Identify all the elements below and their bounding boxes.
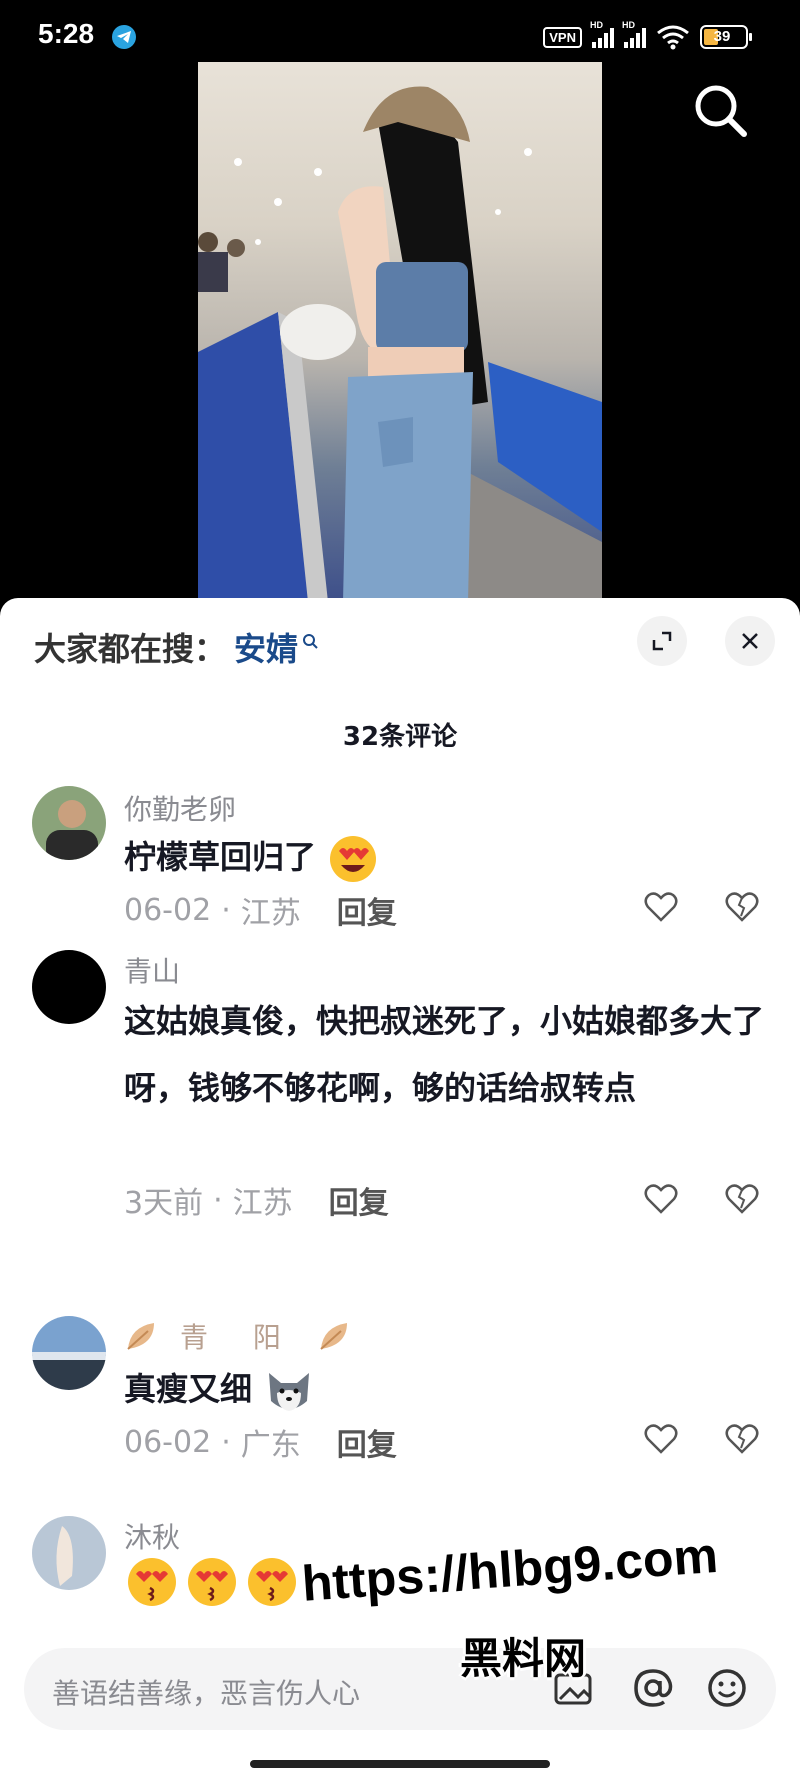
comment-username[interactable]: 青山 [124, 950, 180, 990]
broken-heart-icon[interactable] [725, 892, 759, 922]
comment-date: 06-02 [124, 892, 212, 928]
comment-text: 真瘦又细 [124, 1356, 764, 1423]
video-frame[interactable] [198, 62, 602, 602]
heart-icon[interactable] [644, 892, 678, 922]
comment-username[interactable]: 沐秋 [124, 1516, 180, 1556]
comment-username-row[interactable]: 青 阳 [124, 1316, 355, 1356]
expand-icon [652, 631, 672, 651]
comment-location: 江苏 [232, 1186, 293, 1221]
kiss-hearts-emoji-icon [188, 1558, 236, 1606]
comment-date: 3天前 [124, 1186, 204, 1221]
search-icon[interactable] [692, 82, 750, 144]
comment-date: 06-02 [124, 1424, 212, 1460]
expand-button[interactable] [637, 616, 687, 666]
search-small-icon [303, 634, 318, 649]
close-button[interactable] [725, 616, 775, 666]
comment-meta: 3天前 · 江苏 回复 [124, 1178, 389, 1222]
reply-button[interactable]: 回复 [337, 888, 397, 932]
close-icon [742, 633, 758, 649]
status-time: 5:28 [38, 18, 95, 49]
avatar[interactable] [32, 1516, 106, 1590]
comment-username[interactable]: 你勤老卵 [124, 788, 236, 828]
comment-location: 江苏 [240, 896, 301, 931]
comment-location: 广东 [240, 1428, 301, 1463]
kiss-hearts-emoji-icon [128, 1558, 176, 1606]
signal-icon: HD [590, 20, 614, 48]
heart-icon[interactable] [644, 1424, 678, 1454]
leaf-icon [320, 1323, 347, 1350]
comment-text: 柠檬草回归了 [124, 824, 764, 891]
battery-icon: 39 [700, 25, 752, 49]
reply-button[interactable]: 回复 [337, 1420, 397, 1464]
hot-search[interactable]: 大家都在搜： 安婧 [34, 624, 320, 670]
watermark-name: 黑料网 [460, 1634, 587, 1683]
broken-heart-icon[interactable] [725, 1424, 759, 1454]
telegram-icon [112, 25, 136, 49]
avatar[interactable] [32, 1316, 106, 1390]
heart-eyes-emoji-icon [330, 836, 377, 882]
avatar[interactable] [32, 950, 106, 1024]
status-bar: 5:28 VPN HD HD 39 [0, 0, 800, 62]
comment-text: 这姑娘真俊，快把叔迷死了，小姑娘都多大了呀，钱够不够花啊，够的话给叔转点 [124, 1002, 765, 1107]
watermark: https://hlbg9.com 黑料网 [300, 1527, 770, 1705]
video-player[interactable] [0, 62, 800, 602]
leaf-icon [127, 1323, 154, 1350]
heart-icon[interactable] [644, 1184, 678, 1214]
husky-emoji-icon [269, 1373, 310, 1411]
hot-search-prefix: 大家都在搜： [34, 630, 227, 668]
home-indicator[interactable] [250, 1760, 550, 1768]
wifi-icon [657, 25, 689, 50]
comment-meta: 06-02 · 广东 回复 [124, 1420, 397, 1464]
avatar[interactable] [32, 786, 106, 860]
broken-heart-icon[interactable] [725, 1184, 759, 1214]
video-thumbnail [198, 86, 602, 602]
comment-count: 32条评论 [342, 722, 458, 752]
reply-button[interactable]: 回复 [329, 1178, 389, 1222]
hot-search-term[interactable]: 安婧 [234, 624, 298, 670]
comment-meta: 06-02 · 江苏 回复 [124, 888, 397, 932]
kiss-hearts-emoji-icon [248, 1558, 296, 1606]
status-icons: VPN HD HD 39 [543, 20, 752, 50]
signal-icon-2: HD [622, 20, 646, 48]
vpn-badge: VPN [543, 26, 582, 48]
comment-username[interactable]: 青 阳 [180, 1316, 299, 1356]
